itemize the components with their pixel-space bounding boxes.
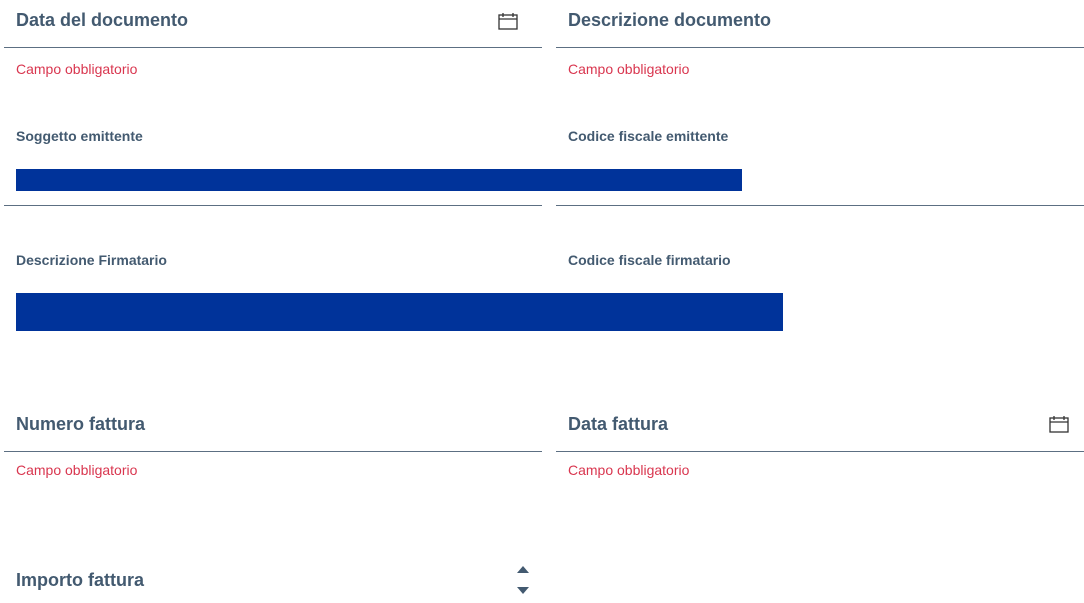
soggetto-emittente-underline <box>4 205 542 206</box>
data-fattura-error: Campo obbligatorio <box>568 462 690 478</box>
descrizione-firmatario-label: Descrizione Firmatario <box>16 252 167 268</box>
codice-fiscale-emittente-underline <box>556 205 1084 206</box>
data-documento-field[interactable] <box>0 0 542 48</box>
codice-fiscale-firmatario-label: Codice fiscale firmatario <box>568 252 731 268</box>
caret-up-icon <box>517 566 529 573</box>
codice-fiscale-emittente-label: Codice fiscale emittente <box>568 128 729 144</box>
data-documento-underline <box>4 47 542 48</box>
data-fattura-field[interactable] <box>556 400 1084 452</box>
data-fattura-underline <box>556 451 1084 452</box>
numero-fattura-error: Campo obbligatorio <box>16 462 138 478</box>
descrizione-documento-error: Campo obbligatorio <box>568 61 690 77</box>
descrizione-documento-field[interactable] <box>556 0 1084 48</box>
importo-fattura-field[interactable] <box>0 556 542 603</box>
numero-fattura-underline <box>4 451 542 452</box>
caret-down-icon <box>517 587 529 594</box>
number-spinner[interactable] <box>516 562 530 596</box>
data-documento-error: Campo obbligatorio <box>16 61 138 77</box>
calendar-icon[interactable] <box>498 12 518 30</box>
descrizione-documento-underline <box>556 47 1084 48</box>
soggetto-emittente-value-redacted <box>16 169 742 191</box>
numero-fattura-field[interactable] <box>0 400 542 452</box>
firmatario-value-redacted <box>16 293 783 331</box>
soggetto-emittente-label: Soggetto emittente <box>16 128 143 144</box>
calendar-icon[interactable] <box>1049 415 1069 433</box>
